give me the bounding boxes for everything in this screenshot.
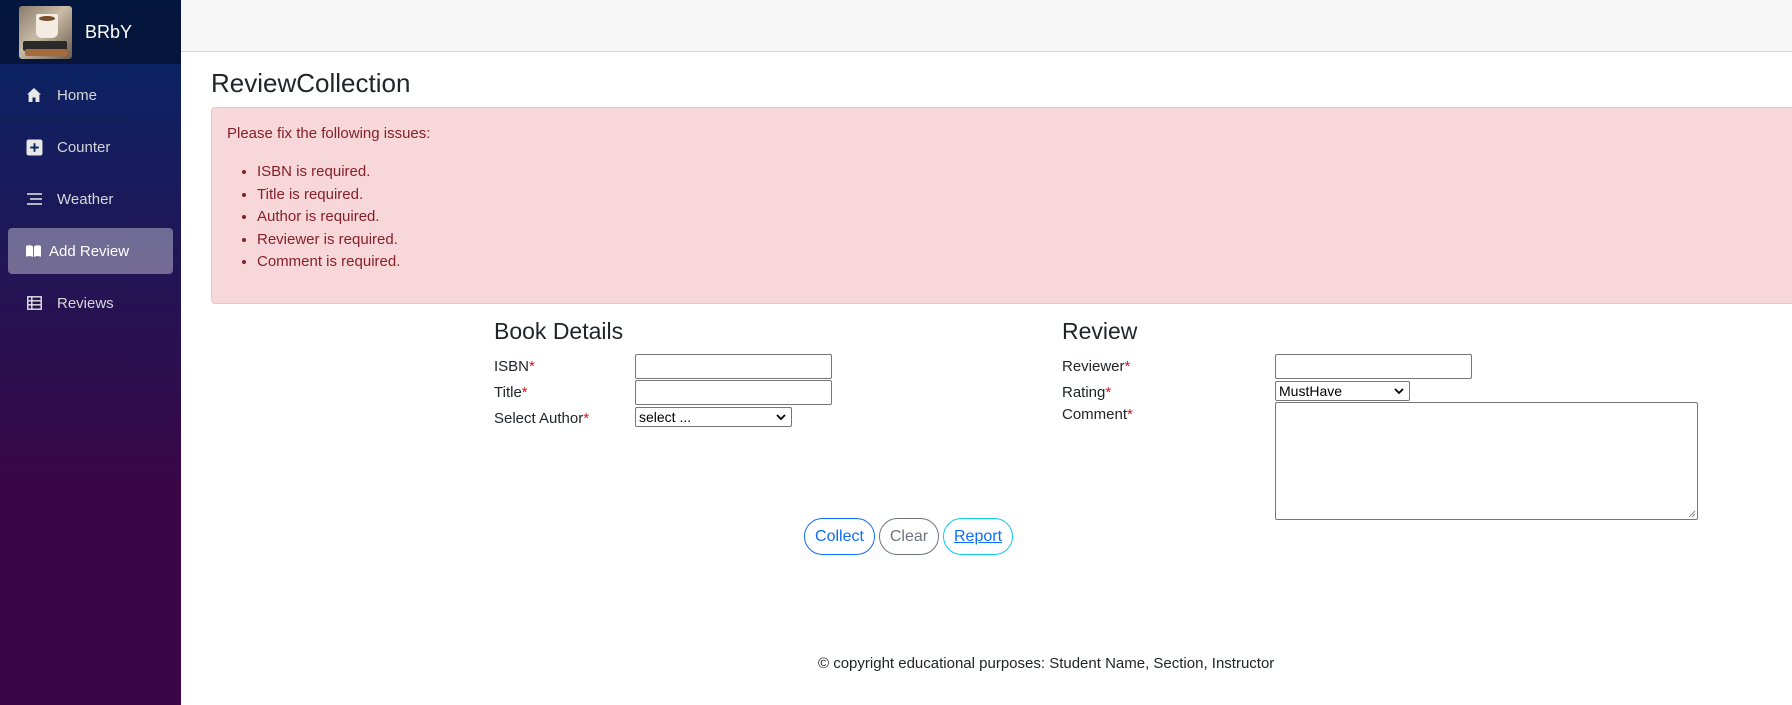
nav-label-add-review: Add Review bbox=[49, 242, 130, 260]
book-details-heading: Book Details bbox=[494, 318, 624, 344]
rating-select-value: MustHave bbox=[1279, 383, 1343, 399]
list-icon bbox=[24, 189, 44, 209]
required-mark: * bbox=[521, 383, 528, 401]
required-mark: * bbox=[1127, 405, 1133, 423]
chevron-down-icon bbox=[776, 410, 786, 427]
nav-label-counter: Counter bbox=[57, 138, 111, 156]
comment-label: Comment bbox=[1062, 405, 1128, 423]
nav-item-reviews[interactable]: Reviews bbox=[8, 280, 173, 326]
title-label: Title bbox=[494, 383, 522, 401]
home-icon bbox=[24, 85, 44, 105]
book-icon bbox=[23, 241, 43, 261]
rating-select[interactable]: MustHave bbox=[1275, 381, 1410, 401]
required-mark: * bbox=[1105, 383, 1112, 401]
report-button[interactable]: Report bbox=[943, 518, 1013, 555]
required-mark: * bbox=[529, 357, 535, 375]
reviewer-input[interactable] bbox=[1275, 354, 1472, 379]
brand-bar: BRbY bbox=[0, 0, 181, 64]
nav-label-weather: Weather bbox=[57, 190, 114, 208]
review-heading: Review bbox=[1062, 318, 1138, 344]
brand-logo[interactable] bbox=[19, 5, 72, 59]
plus-square-icon bbox=[24, 137, 44, 157]
author-label: Select Author bbox=[494, 409, 584, 427]
nav-item-weather[interactable]: Weather bbox=[8, 176, 173, 222]
nav-label-home: Home bbox=[57, 86, 98, 104]
title-input[interactable] bbox=[635, 380, 832, 405]
table-icon bbox=[24, 293, 44, 313]
top-row bbox=[181, 0, 1792, 52]
nav-menu: Home Counter Weather Add Review Reviews bbox=[0, 64, 181, 340]
page-title: ReviewCollection bbox=[211, 68, 411, 98]
clear-button[interactable]: Clear bbox=[879, 518, 939, 555]
validation-summary: Please fix the following issues: ISBN is… bbox=[211, 107, 1792, 304]
validation-error: Author is required. bbox=[257, 206, 1792, 229]
rating-label: Rating bbox=[1062, 383, 1106, 401]
validation-header: Please fix the following issues: bbox=[227, 125, 431, 142]
author-select[interactable]: select ... bbox=[635, 407, 792, 427]
sidebar: BRbY Home Counter Weather Add Review Rev… bbox=[0, 0, 181, 705]
isbn-input[interactable] bbox=[635, 354, 832, 379]
validation-error: ISBN is required. bbox=[257, 161, 1792, 184]
validation-error: Comment is required. bbox=[257, 251, 1792, 274]
resize-handle-icon[interactable] bbox=[1688, 510, 1696, 518]
author-select-value: select ... bbox=[639, 409, 692, 425]
validation-error: Reviewer is required. bbox=[257, 229, 1792, 252]
collect-button[interactable]: Collect bbox=[804, 518, 875, 555]
validation-error-list: ISBN is required. Title is required. Aut… bbox=[227, 161, 1792, 274]
required-mark: * bbox=[1124, 357, 1131, 375]
nav-item-add-review[interactable]: Add Review bbox=[8, 228, 173, 274]
nav-item-home[interactable]: Home bbox=[8, 72, 173, 118]
nav-item-counter[interactable]: Counter bbox=[8, 124, 173, 170]
isbn-label: ISBN bbox=[494, 357, 530, 375]
nav-label-reviews: Reviews bbox=[57, 294, 114, 312]
brand-name[interactable]: BRbY bbox=[85, 22, 132, 43]
footer-text: © copyright educational purposes: Studen… bbox=[818, 655, 1275, 672]
reviewer-label: Reviewer bbox=[1062, 357, 1125, 375]
validation-error: Title is required. bbox=[257, 184, 1792, 207]
comment-textarea[interactable] bbox=[1275, 402, 1698, 520]
required-mark: * bbox=[583, 409, 590, 427]
chevron-down-icon bbox=[1394, 384, 1404, 401]
